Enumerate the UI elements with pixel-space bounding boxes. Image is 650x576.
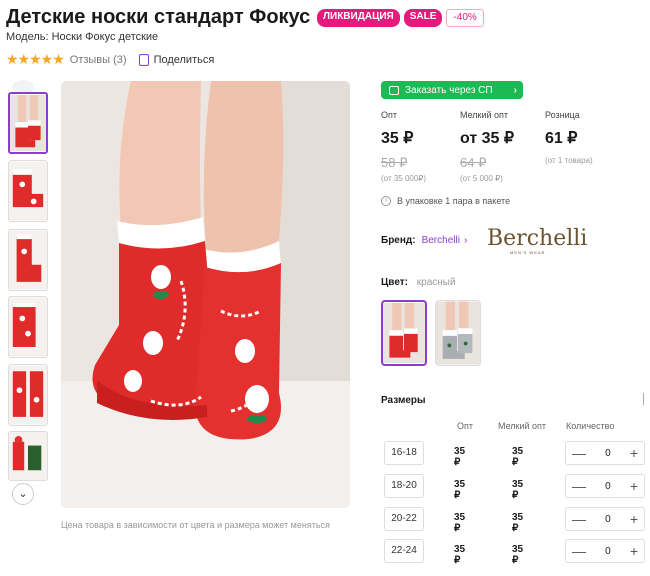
color-swatch-red[interactable] bbox=[381, 300, 427, 366]
price-old: 64 ₽ bbox=[460, 155, 487, 170]
order-via-sp-button[interactable]: Заказать через СП › bbox=[381, 81, 523, 99]
model-name: Модель: Носки Фокус детские bbox=[6, 31, 159, 43]
size-label: 20-22 bbox=[384, 507, 424, 531]
price-caption: Цена товара в зависимости от цвета и раз… bbox=[61, 520, 330, 530]
decrement-button[interactable]: — bbox=[572, 544, 586, 558]
quantity-stepper: — 0 + bbox=[565, 474, 645, 498]
reviews-link[interactable]: Отзывы (3) bbox=[70, 54, 127, 66]
price-value: от 35 ₽ bbox=[460, 130, 515, 147]
quantity-value[interactable]: 0 bbox=[605, 481, 611, 492]
thumbnail-6[interactable] bbox=[8, 431, 48, 481]
discount-badge: -40% bbox=[446, 9, 484, 27]
header-small-opt: Мелкий опт bbox=[498, 421, 547, 431]
badge-group: ЛИКВИДАЦИЯ SALE -40% bbox=[317, 9, 484, 27]
thumbnail-4[interactable] bbox=[8, 296, 48, 358]
quantity-value[interactable]: 0 bbox=[605, 514, 611, 525]
chevron-right-icon: › bbox=[513, 84, 517, 96]
color-swatch-grey[interactable] bbox=[435, 300, 481, 366]
size-price-opt: 35 ₽ bbox=[454, 446, 466, 468]
chevron-right-icon: › bbox=[463, 235, 468, 246]
size-price-opt: 35 ₽ bbox=[454, 479, 466, 501]
size-price-small-opt: 35 ₽ bbox=[512, 512, 524, 534]
sale-badge: SALE bbox=[403, 9, 443, 27]
price-note: (от 5 000 ₽) bbox=[460, 174, 503, 183]
size-price-small-opt: 35 ₽ bbox=[512, 479, 524, 501]
quantity-stepper: — 0 + bbox=[565, 507, 645, 531]
size-price-opt: 35 ₽ bbox=[454, 512, 466, 534]
size-price-small-opt: 35 ₽ bbox=[512, 544, 524, 566]
brand-logo[interactable]: Berchelli bbox=[487, 228, 587, 250]
price-value: 61 ₽ bbox=[545, 130, 578, 147]
decrement-button[interactable]: — bbox=[572, 479, 586, 493]
quantity-stepper: — 0 + bbox=[565, 441, 645, 465]
product-title: Детские носки стандарт Фокус bbox=[6, 6, 311, 28]
thumbnail-5[interactable] bbox=[8, 364, 48, 426]
package-note: i В упаковке 1 пара в пакете bbox=[381, 196, 510, 206]
color-row: Цвет: красный bbox=[381, 277, 456, 288]
cart-icon bbox=[389, 85, 399, 95]
price-retail: Розница 61 ₽ (от 1 товара) bbox=[545, 110, 593, 165]
price-old: 58 ₽ bbox=[381, 155, 408, 170]
price-opt: Опт 35 ₽ 58 ₽ (от 35 000₽) bbox=[381, 110, 426, 183]
brand-link[interactable]: Berchelli bbox=[422, 235, 460, 246]
decrement-button[interactable]: — bbox=[572, 512, 586, 526]
brand-logo-subtitle: MEN'S WEAR bbox=[510, 250, 546, 255]
decrement-button[interactable]: — bbox=[572, 446, 586, 460]
price-label: Опт bbox=[381, 110, 397, 120]
size-label: 16-18 bbox=[384, 441, 424, 465]
quantity-value[interactable]: 0 bbox=[605, 546, 611, 557]
thumbnail-3[interactable] bbox=[8, 229, 48, 291]
share-label: Поделиться bbox=[153, 53, 215, 66]
rating-row: ★★★★★ Отзывы (3) Поделиться bbox=[6, 51, 214, 68]
price-note: (от 1 товара) bbox=[545, 156, 593, 165]
header-quantity: Количество bbox=[566, 421, 615, 431]
size-price-opt: 35 ₽ bbox=[454, 544, 466, 566]
color-value: красный bbox=[416, 277, 456, 288]
size-chart-link[interactable] bbox=[643, 393, 650, 405]
share-button[interactable]: Поделиться bbox=[138, 53, 215, 66]
color-key: Цвет: bbox=[381, 277, 408, 288]
thumbnail-2[interactable] bbox=[8, 160, 48, 222]
package-text: В упаковке 1 пара в пакете bbox=[397, 196, 511, 206]
order-button-label: Заказать через СП bbox=[405, 84, 493, 96]
price-small-opt: Мелкий опт от 35 ₽ 64 ₽ (от 5 000 ₽) bbox=[460, 110, 514, 183]
size-label: 18-20 bbox=[384, 474, 424, 498]
info-icon: i bbox=[381, 196, 391, 206]
increment-button[interactable]: + bbox=[630, 446, 638, 460]
brand-row: Бренд: Berchelli › bbox=[381, 235, 467, 246]
sizes-title: Размеры bbox=[381, 395, 426, 406]
quantity-value[interactable]: 0 bbox=[605, 448, 611, 459]
share-icon bbox=[138, 53, 149, 66]
thumbnail-1[interactable] bbox=[8, 92, 48, 154]
header-opt: Опт bbox=[457, 421, 473, 431]
increment-button[interactable]: + bbox=[630, 512, 638, 526]
size-price-small-opt: 35 ₽ bbox=[512, 446, 524, 468]
price-label: Мелкий опт bbox=[460, 110, 509, 120]
liquidation-badge: ЛИКВИДАЦИЯ bbox=[317, 9, 400, 27]
increment-button[interactable]: + bbox=[630, 544, 638, 558]
price-label: Розница bbox=[545, 110, 580, 120]
quantity-stepper: — 0 + bbox=[565, 539, 645, 563]
increment-button[interactable]: + bbox=[630, 479, 638, 493]
price-value: 35 ₽ bbox=[381, 130, 414, 147]
thumbs-down-button[interactable]: ⌄ bbox=[12, 483, 34, 505]
size-label: 22-24 bbox=[384, 539, 424, 563]
main-product-photo[interactable] bbox=[61, 81, 350, 508]
brand-key: Бренд: bbox=[381, 235, 416, 246]
price-note: (от 35 000₽) bbox=[381, 174, 427, 183]
rating-stars: ★★★★★ bbox=[6, 51, 65, 67]
